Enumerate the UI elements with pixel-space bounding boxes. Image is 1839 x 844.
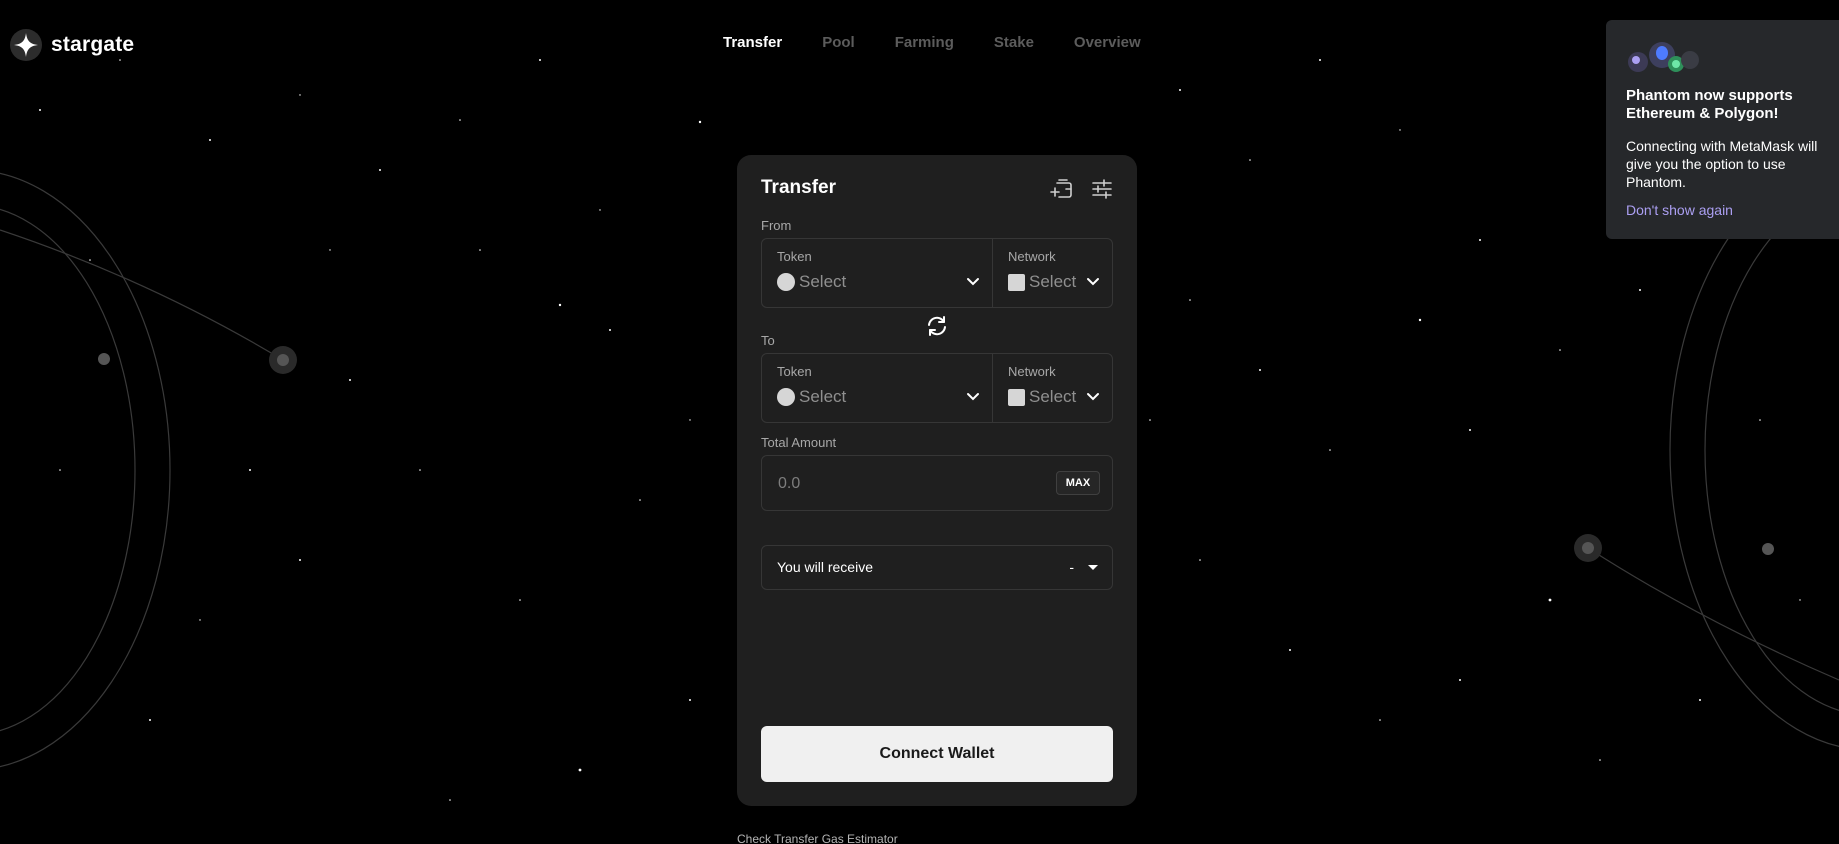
to-token-select[interactable]: Token Select — [762, 354, 993, 422]
transfer-card: Transfer From Token Select Network Selec… — [737, 155, 1137, 806]
phantom-notification: Phantom now supports Ethereum & Polygon!… — [1606, 20, 1839, 239]
from-selector: Token Select Network Select — [761, 238, 1113, 308]
chevron-down-icon — [967, 278, 979, 286]
nav-pool[interactable]: Pool — [822, 34, 855, 51]
to-network-label: Network — [1008, 364, 1056, 379]
nav-stake[interactable]: Stake — [994, 34, 1034, 51]
dont-show-again-link[interactable]: Don't show again — [1626, 202, 1733, 218]
from-network-select[interactable]: Network Select — [993, 239, 1112, 307]
chevron-down-icon — [967, 393, 979, 401]
top-header: stargate Transfer Pool Farming Stake Ove… — [0, 0, 1839, 88]
toast-title: Phantom now supports Ethereum & Polygon! — [1626, 87, 1793, 122]
stargate-logo-icon — [10, 29, 42, 61]
to-network-select[interactable]: Network Select — [993, 354, 1112, 422]
from-network-label: Network — [1008, 249, 1056, 264]
max-button[interactable]: MAX — [1056, 471, 1100, 495]
from-network-value: Select — [1029, 272, 1077, 291]
network-placeholder-icon — [1008, 388, 1025, 406]
main-nav: Transfer Pool Farming Stake Overview — [723, 34, 1141, 51]
to-network-value: Select — [1029, 387, 1077, 406]
from-token-select[interactable]: Token Select — [762, 239, 993, 307]
chevron-down-icon — [1087, 278, 1099, 286]
gas-estimator-link[interactable]: Check Transfer Gas Estimator — [737, 832, 898, 844]
app-page: stargate Transfer Pool Farming Stake Ove… — [0, 0, 1839, 844]
phantom-ghosts-icon — [1628, 42, 1699, 72]
total-amount-label: Total Amount — [761, 435, 837, 450]
settings-sliders-icon[interactable] — [1089, 176, 1115, 202]
nav-transfer[interactable]: Transfer — [723, 34, 782, 51]
to-token-value: Select — [799, 387, 847, 406]
from-network-value-wrap: Select — [1008, 272, 1076, 292]
from-token-value: Select — [799, 272, 847, 291]
brand-logo[interactable]: stargate — [9, 28, 134, 62]
to-token-value-wrap: Select — [777, 387, 846, 407]
connect-wallet-button[interactable]: Connect Wallet — [761, 726, 1113, 782]
amount-field: MAX — [761, 455, 1113, 511]
network-placeholder-icon — [1008, 273, 1025, 291]
amount-input[interactable] — [776, 470, 1030, 498]
from-label: From — [761, 218, 792, 233]
from-token-value-wrap: Select — [777, 272, 846, 292]
swap-direction-icon[interactable] — [925, 314, 949, 338]
chevron-down-icon — [1087, 393, 1099, 401]
to-label: To — [761, 333, 775, 348]
receive-value: - — [1069, 559, 1074, 575]
nav-overview[interactable]: Overview — [1074, 34, 1141, 51]
token-placeholder-icon — [777, 388, 795, 406]
brand-name: stargate — [51, 33, 135, 56]
from-token-label: Token — [777, 249, 812, 264]
add-token-icon[interactable] — [1049, 176, 1075, 202]
caret-down-icon — [1088, 565, 1098, 570]
receive-dropdown[interactable]: You will receive - — [761, 545, 1113, 590]
card-title: Transfer — [761, 177, 836, 198]
token-placeholder-icon — [777, 273, 795, 291]
toast-body: Connecting with MetaMask will give you t… — [1626, 138, 1818, 190]
nav-farming[interactable]: Farming — [895, 34, 954, 51]
to-token-label: Token — [777, 364, 812, 379]
to-selector: Token Select Network Select — [761, 353, 1113, 423]
to-network-value-wrap: Select — [1008, 387, 1076, 407]
receive-label: You will receive — [777, 559, 873, 575]
